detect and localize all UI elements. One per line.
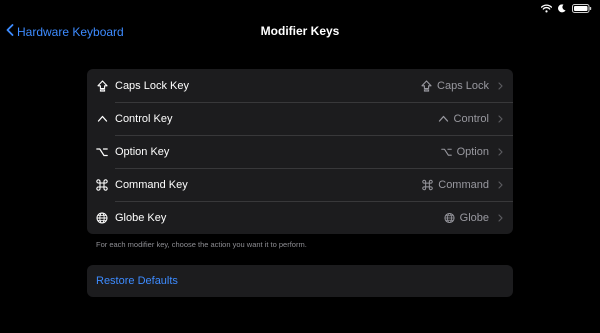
row-label: Option Key <box>115 145 170 158</box>
chevron-right-icon <box>498 114 503 123</box>
chevron-right-icon <box>498 147 503 156</box>
restore-defaults-label: Restore Defaults <box>96 275 178 287</box>
command-icon <box>96 178 108 191</box>
row-value: Command <box>422 179 503 191</box>
footnote-text: For each modifier key, choose the action… <box>96 240 307 249</box>
page-title: Modifier Keys <box>260 24 340 38</box>
control-icon <box>96 113 108 125</box>
row-value-text: Option <box>456 145 489 158</box>
row-value-text: Globe <box>459 211 489 224</box>
option-icon <box>440 146 452 157</box>
row-globe-key[interactable]: Globe Key Globe <box>87 201 513 234</box>
chevron-right-icon <box>498 213 503 222</box>
moon-icon <box>558 3 566 13</box>
restore-defaults-button[interactable]: Restore Defaults <box>87 265 513 297</box>
chevron-right-icon <box>498 180 503 189</box>
row-command-key[interactable]: Command Key Command <box>87 168 513 201</box>
row-value-text: Control <box>453 112 489 125</box>
modifier-keys-list: Caps Lock Key Caps Lock Control Key Cont… <box>87 69 513 234</box>
row-control-key[interactable]: Control Key Control <box>87 102 513 135</box>
row-label: Command Key <box>115 178 188 191</box>
command-icon <box>422 179 433 190</box>
globe-icon <box>444 212 455 223</box>
status-bar <box>541 2 592 14</box>
wifi-icon <box>541 3 552 13</box>
row-value: Caps Lock <box>421 80 503 92</box>
chevron-right-icon <box>498 81 503 90</box>
row-caps-lock-key[interactable]: Caps Lock Key Caps Lock <box>87 69 513 102</box>
caps-lock-icon <box>421 79 432 92</box>
row-value: Globe <box>444 212 503 224</box>
control-icon <box>438 113 449 124</box>
row-label: Globe Key <box>115 211 167 224</box>
globe-icon <box>96 212 108 224</box>
row-label: Control Key <box>115 112 173 125</box>
option-icon <box>96 146 108 158</box>
row-value-text: Caps Lock <box>437 79 489 92</box>
row-value: Option <box>440 145 503 158</box>
caps-lock-icon <box>96 79 108 92</box>
row-option-key[interactable]: Option Key Option <box>87 135 513 168</box>
row-value: Control <box>438 113 503 125</box>
battery-icon <box>572 3 592 13</box>
row-value-text: Command <box>438 178 489 191</box>
row-label: Caps Lock Key <box>115 79 189 92</box>
